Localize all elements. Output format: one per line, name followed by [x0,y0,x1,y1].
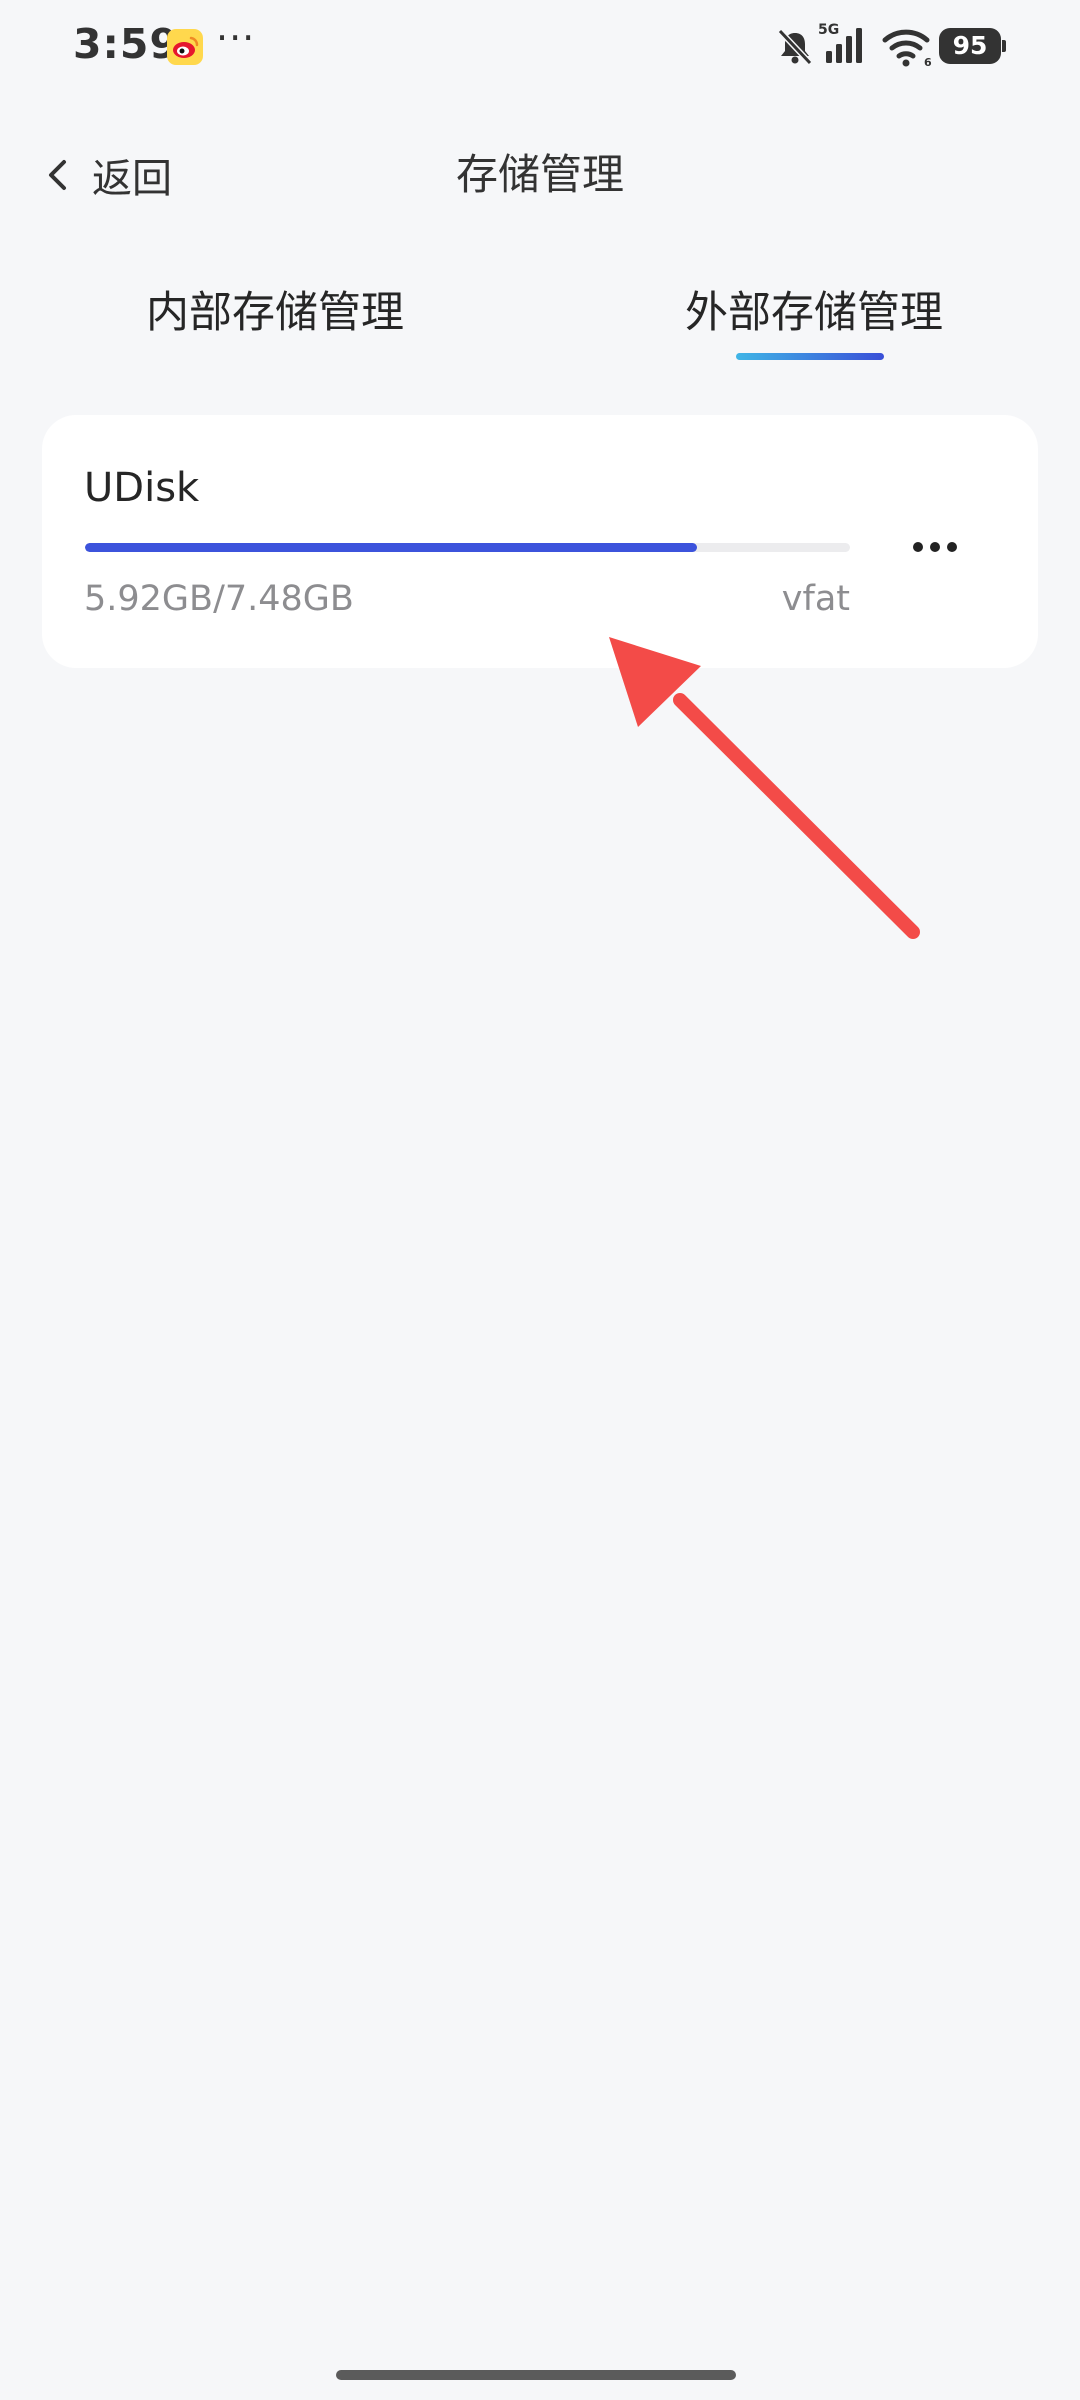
notification-dots-icon: ··· [216,16,256,60]
storage-name: UDisk [84,465,200,511]
header: 返回 存储管理 [0,130,1080,220]
storage-usage-bar [85,543,850,552]
chevron-left-icon [49,160,66,190]
status-bar: 3:59 ··· 5G 6 95 [0,0,1080,95]
home-indicator[interactable] [336,2370,736,2380]
storage-card-udisk[interactable]: UDisk 5.92GB/7.48GB vfat [42,415,1038,668]
tab-internal-storage[interactable]: 内部存储管理 [146,278,404,340]
svg-text:6: 6 [924,56,932,68]
more-options-button[interactable] [902,525,968,569]
status-time: 3:59 [73,20,179,68]
more-dots-icon [913,542,957,552]
mute-bell-icon [774,26,816,68]
network-type-label: 5G [818,22,839,38]
storage-tabs: 内部存储管理 外部存储管理 [0,270,1080,370]
storage-usage-text: 5.92GB/7.48GB [84,579,354,619]
cellular-signal-icon: 5G [818,22,874,66]
battery-tip [1002,40,1006,52]
wifi-icon: 6 [882,26,934,69]
weibo-app-icon [167,29,203,65]
filesystem-label: vfat [781,579,850,619]
tab-external-storage[interactable]: 外部存储管理 [685,278,943,340]
active-tab-indicator [736,353,884,360]
back-label: 返回 [92,156,172,202]
storage-usage-fill [85,543,697,552]
back-button[interactable]: 返回 [40,130,172,220]
battery-icon: 95 [939,28,1001,64]
